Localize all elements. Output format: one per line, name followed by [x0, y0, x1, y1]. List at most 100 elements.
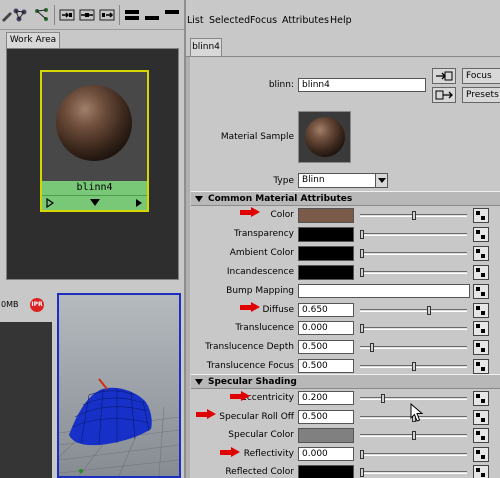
map-texture-button[interactable]	[473, 428, 489, 444]
select-output-button[interactable]	[432, 87, 456, 103]
menu-help[interactable]: Help	[330, 15, 352, 26]
focus-button[interactable]: Focus	[462, 68, 500, 84]
color-swatch-color[interactable]	[298, 208, 354, 223]
output-connections-icon[interactable]	[99, 7, 115, 23]
slider-track-translucence[interactable]	[360, 327, 467, 331]
slider-track-diffuse[interactable]	[360, 308, 467, 312]
color-swatch-incandescence[interactable]	[298, 264, 354, 280]
viewport-scene	[59, 295, 179, 476]
map-texture-button[interactable]	[473, 391, 489, 406]
collapse-triangle-icon[interactable]	[195, 196, 203, 202]
menu-selected[interactable]: Selected	[209, 15, 250, 26]
slider-track-eccentricity[interactable]	[360, 397, 467, 400]
attr-label-bump-mapping: Bump Mapping	[226, 285, 294, 296]
map-texture-button[interactable]	[473, 208, 489, 223]
slider-handle-diffuse[interactable]	[427, 305, 431, 315]
layout-top-only-icon[interactable]	[164, 7, 180, 23]
number-field-eccentricity[interactable]: 0.200	[298, 391, 354, 405]
select-input-button[interactable]	[432, 68, 456, 84]
map-texture-button[interactable]	[473, 226, 489, 242]
attr-label-specular-color: Specular Color	[228, 430, 294, 441]
slider-handle-translucence[interactable]	[360, 324, 364, 334]
section-title: Common Material Attributes	[208, 194, 353, 204]
section-common-material-attributes[interactable]: Common Material Attributes	[191, 191, 500, 206]
map-texture-button[interactable]	[473, 264, 489, 280]
slider-handle-translucence-depth[interactable]	[370, 343, 374, 353]
presets-button[interactable]: Presets	[462, 87, 500, 103]
map-texture-button[interactable]	[473, 340, 489, 356]
slider-track-incandescence[interactable]	[360, 270, 467, 274]
attr-label-translucence: Translucence	[235, 323, 294, 334]
map-texture-button[interactable]	[473, 302, 489, 318]
slider-track-ambient-color[interactable]	[360, 251, 467, 255]
layout-bottom-only-icon[interactable]	[144, 7, 160, 23]
number-field-translucence[interactable]: 0.000	[298, 321, 354, 336]
memory-label: 0MB	[1, 300, 19, 309]
number-field-translucence-focus[interactable]: 0.500	[298, 359, 354, 374]
graph-network-icon[interactable]	[12, 7, 28, 23]
chevron-down-icon[interactable]	[375, 174, 387, 187]
node-name-label: blinn:	[268, 80, 294, 90]
graph-downstream-icon[interactable]	[34, 7, 50, 23]
layout-top-bottom-icon[interactable]	[124, 7, 140, 23]
tab-divider	[186, 56, 500, 57]
map-texture-button[interactable]	[473, 359, 489, 375]
slider-handle-eccentricity[interactable]	[381, 394, 385, 403]
bump-mapping-field[interactable]	[298, 283, 470, 298]
color-swatch-ambient-color[interactable]	[298, 245, 354, 261]
attr-label-reflected-color: Reflected Color	[225, 467, 294, 478]
material-sample-sphere	[305, 117, 345, 157]
menu-focus[interactable]: Focus	[250, 15, 277, 26]
tab-work-area[interactable]: Work Area	[6, 32, 60, 48]
material-swatch-controls	[42, 195, 147, 210]
map-texture-button[interactable]	[473, 321, 489, 337]
material-sample-preview	[298, 111, 351, 163]
input-node-icon	[436, 71, 453, 81]
ipr-render-icon[interactable]: IPR	[30, 298, 44, 312]
input-output-connections-icon[interactable]	[79, 7, 95, 23]
menu-attributes[interactable]: Attributes	[282, 15, 329, 26]
color-swatch-reflected-color[interactable]	[298, 465, 354, 478]
map-texture-button[interactable]	[473, 465, 489, 478]
menu-list[interactable]: List	[187, 15, 204, 26]
color-swatch-transparency[interactable]	[298, 226, 354, 242]
tab-blinn4[interactable]: blinn4	[190, 38, 222, 56]
slider-track-reflected-color[interactable]	[360, 471, 467, 475]
slider-track-translucence-depth[interactable]	[360, 346, 467, 350]
material-swatch-label: blinn4	[42, 181, 147, 195]
toolbar-separator	[54, 5, 55, 25]
map-texture-button[interactable]	[473, 283, 489, 299]
slider-handle-reflected-color[interactable]	[360, 468, 364, 478]
slider-handle-incandescence[interactable]	[360, 267, 364, 277]
expand-right-icon[interactable]	[134, 198, 144, 208]
number-field-diffuse[interactable]: 0.650	[298, 302, 354, 317]
slider-track-transparency[interactable]	[360, 232, 467, 236]
expand-down-icon[interactable]	[90, 199, 100, 207]
number-field-specular-roll-off[interactable]: 0.500	[298, 409, 354, 424]
color-swatch-specular-color[interactable]	[298, 428, 354, 444]
attr-label-incandescence: Incandescence	[226, 266, 294, 277]
section-specular-shading[interactable]: Specular Shading	[191, 374, 500, 389]
toolbar-separator	[119, 5, 120, 25]
slider-handle-ambient-color[interactable]	[360, 248, 364, 258]
slider-handle-color[interactable]	[412, 211, 416, 220]
map-texture-button[interactable]	[473, 409, 489, 425]
slider-handle-reflectivity[interactable]	[360, 449, 364, 459]
attr-label-translucence-depth: Translucence Depth	[205, 342, 294, 353]
node-name-field[interactable]: blinn4	[298, 78, 426, 92]
perspective-viewport[interactable]	[57, 293, 181, 478]
material-sample-label: Material Sample	[220, 132, 294, 142]
number-field-translucence-depth[interactable]: 0.500	[298, 340, 354, 355]
slider-handle-translucence-focus[interactable]	[412, 362, 416, 372]
collapse-triangle-icon[interactable]	[195, 379, 203, 385]
slider-track-reflectivity[interactable]	[360, 452, 467, 456]
expand-left-icon[interactable]	[45, 198, 55, 208]
type-label: Type	[273, 176, 294, 186]
map-texture-button[interactable]	[473, 446, 489, 462]
slider-handle-specular-color[interactable]	[412, 431, 416, 441]
type-dropdown[interactable]: Blinn	[298, 173, 388, 188]
input-connections-icon[interactable]	[59, 7, 75, 23]
number-field-reflectivity[interactable]: 0.000	[298, 446, 354, 461]
map-texture-button[interactable]	[473, 245, 489, 261]
slider-handle-transparency[interactable]	[360, 229, 364, 239]
